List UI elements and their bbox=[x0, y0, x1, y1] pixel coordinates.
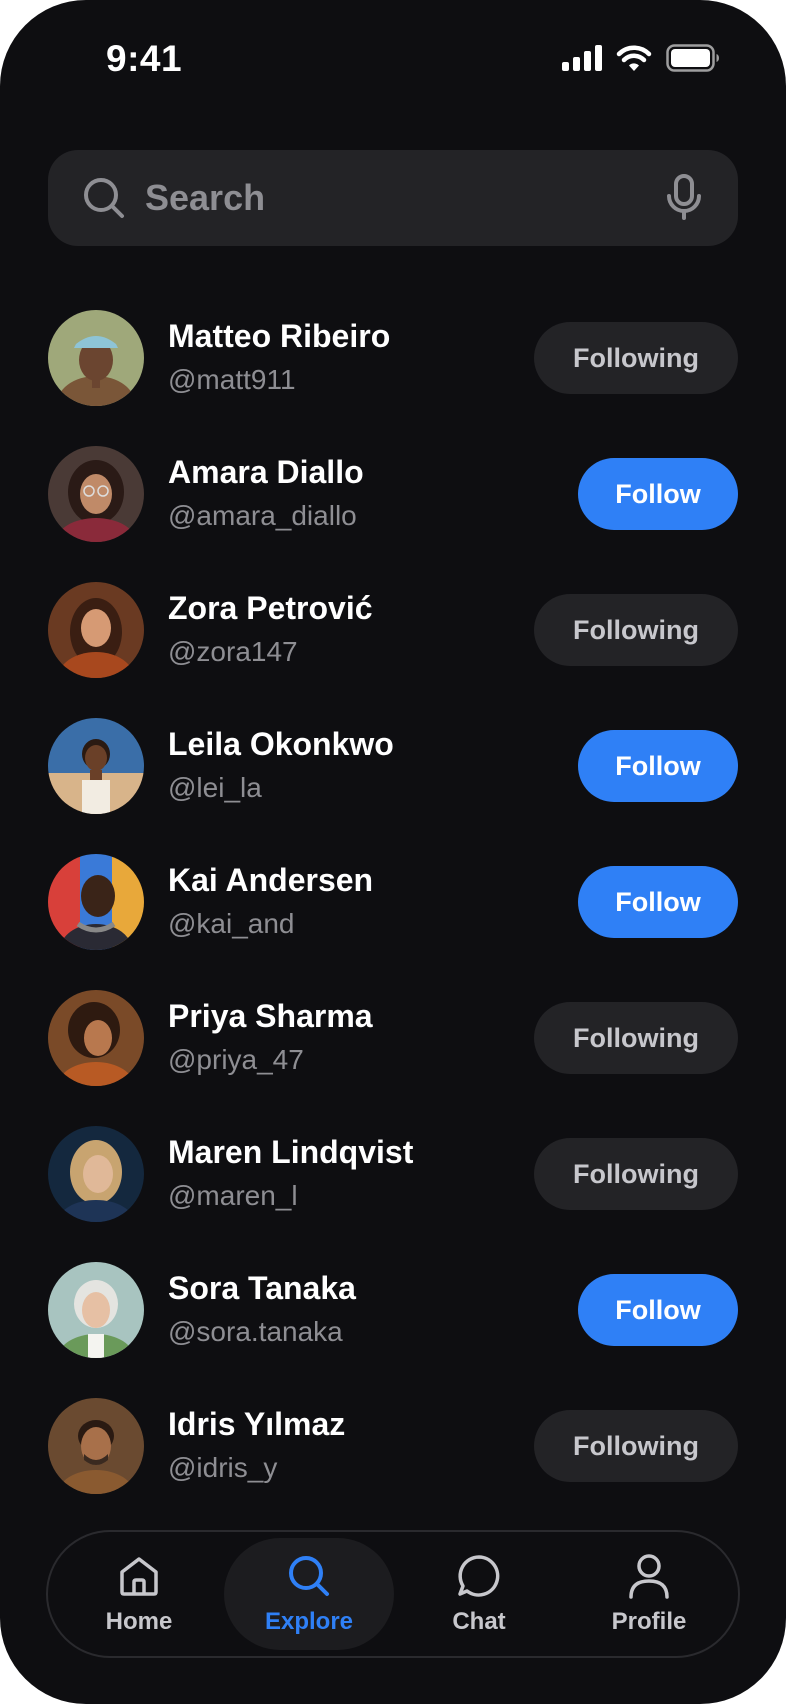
following-button[interactable]: Following bbox=[534, 1138, 738, 1210]
user-handle: @zora147 bbox=[168, 636, 298, 667]
user-name: Priya Sharma bbox=[168, 998, 373, 1034]
person-icon bbox=[627, 1552, 671, 1600]
search-icon bbox=[287, 1552, 331, 1600]
avatar[interactable] bbox=[48, 446, 144, 542]
chat-bubble-icon bbox=[456, 1552, 502, 1600]
user-handle: @maren_l bbox=[168, 1180, 298, 1211]
cellular-signal-icon bbox=[562, 45, 602, 71]
battery-icon bbox=[666, 44, 720, 72]
following-button[interactable]: Following bbox=[534, 1410, 738, 1482]
user-row[interactable]: Idris Yılmaz @idris_y Following bbox=[0, 1388, 786, 1524]
avatar[interactable] bbox=[48, 1126, 144, 1222]
status-bar: 9:41 bbox=[0, 0, 786, 120]
tab-home[interactable]: Home bbox=[54, 1538, 224, 1650]
avatar[interactable] bbox=[48, 310, 144, 406]
search-bar[interactable]: Search bbox=[48, 150, 738, 246]
tab-bar: Home Explore Chat Profile bbox=[46, 1530, 740, 1658]
tab-label: Explore bbox=[264, 1608, 354, 1635]
user-row[interactable]: Amara Diallo @amara_diallo Follow bbox=[0, 436, 786, 572]
user-row[interactable]: Zora Petrović @zora147 Following bbox=[0, 572, 786, 708]
follow-button[interactable]: Follow bbox=[578, 730, 738, 802]
user-handle: @lei_la bbox=[168, 772, 262, 803]
microphone-icon[interactable] bbox=[666, 174, 702, 225]
follow-button[interactable]: Follow bbox=[578, 866, 738, 938]
user-name: Leila Okonkwo bbox=[168, 726, 394, 762]
tab-label: Chat bbox=[452, 1608, 506, 1635]
user-handle: @priya_47 bbox=[168, 1044, 304, 1075]
user-name: Amara Diallo bbox=[168, 454, 364, 490]
user-name: Matteo Ribeiro bbox=[168, 318, 391, 354]
following-button[interactable]: Following bbox=[534, 594, 738, 666]
follow-button[interactable]: Follow bbox=[578, 458, 738, 530]
user-handle: @amara_diallo bbox=[168, 500, 357, 531]
following-button[interactable]: Following bbox=[534, 1002, 738, 1074]
user-handle: @matt911 bbox=[168, 364, 296, 395]
avatar[interactable] bbox=[48, 718, 144, 814]
search-icon bbox=[82, 176, 126, 225]
user-row[interactable]: Matteo Ribeiro @matt911 Following bbox=[0, 300, 786, 436]
user-handle: @idris_y bbox=[168, 1452, 278, 1483]
user-name: Zora Petrović bbox=[168, 590, 373, 626]
tab-label: Profile bbox=[611, 1608, 687, 1635]
tab-label: Home bbox=[105, 1608, 173, 1635]
follow-button[interactable]: Follow bbox=[578, 1274, 738, 1346]
user-handle: @kai_and bbox=[168, 908, 295, 939]
home-icon bbox=[117, 1552, 161, 1600]
user-name: Maren Lindqvist bbox=[168, 1134, 414, 1170]
user-row[interactable]: Kai Andersen @kai_and Follow bbox=[0, 844, 786, 980]
tab-profile[interactable]: Profile bbox=[564, 1538, 734, 1650]
user-name: Kai Andersen bbox=[168, 862, 374, 898]
status-time: 9:41 bbox=[106, 38, 183, 79]
tab-chat[interactable]: Chat bbox=[394, 1538, 564, 1650]
search-input[interactable]: Search bbox=[145, 176, 265, 220]
avatar[interactable] bbox=[48, 990, 144, 1086]
tab-explore[interactable]: Explore bbox=[224, 1538, 394, 1650]
wifi-icon bbox=[616, 44, 652, 72]
user-row[interactable]: Maren Lindqvist @maren_l Following bbox=[0, 1116, 786, 1252]
user-row[interactable]: Priya Sharma @priya_47 Following bbox=[0, 980, 786, 1116]
user-row[interactable]: Sora Tanaka @sora.tanaka Follow bbox=[0, 1252, 786, 1388]
status-icons bbox=[562, 44, 720, 72]
user-row[interactable]: Leila Okonkwo @lei_la Follow bbox=[0, 708, 786, 844]
user-name: Sora Tanaka bbox=[168, 1270, 356, 1306]
following-button[interactable]: Following bbox=[534, 322, 738, 394]
avatar[interactable] bbox=[48, 854, 144, 950]
phone-screen: 9:41 Search Matteo Ribeiro @matt911 Foll… bbox=[0, 0, 786, 1704]
avatar[interactable] bbox=[48, 1398, 144, 1494]
avatar[interactable] bbox=[48, 1262, 144, 1358]
user-handle: @sora.tanaka bbox=[168, 1316, 343, 1347]
user-name: Idris Yılmaz bbox=[168, 1406, 346, 1442]
avatar[interactable] bbox=[48, 582, 144, 678]
